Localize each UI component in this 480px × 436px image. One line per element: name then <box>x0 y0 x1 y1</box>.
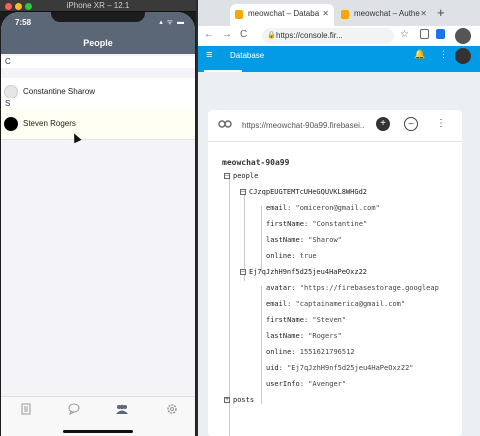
database-url[interactable]: https://meowchat-90a99.firebasei... <box>242 121 364 130</box>
field-online[interactable]: online: true <box>266 252 317 260</box>
root-node[interactable]: meowchat-90a99 <box>222 158 289 167</box>
field-lastname[interactable]: lastName: "Rogers" <box>266 332 342 340</box>
simulator-title-bar: iPhone XR – 12.1 <box>0 0 196 12</box>
browser-tab-database[interactable]: meowchat – Databa ✕ <box>230 4 334 26</box>
profile-avatar[interactable] <box>455 28 471 44</box>
user-node[interactable]: – CJzqpEUGTEMTcUHeGQUVKL8WHGd2 <box>240 188 367 196</box>
reload-icon[interactable]: C <box>240 29 247 40</box>
nav-title: People <box>83 38 113 48</box>
posts-node[interactable]: + posts <box>224 396 254 404</box>
lock-icon: 🔒 <box>267 32 276 39</box>
tree-line <box>261 286 262 404</box>
tab-strip: meowchat – Databa ✕ meowchat – Authe ✕ + <box>198 0 480 26</box>
more-options-icon[interactable]: ⋮ <box>439 49 448 60</box>
home-indicator <box>63 430 133 433</box>
card-more-icon[interactable]: ⋮ <box>434 117 448 131</box>
close-tab-icon[interactable]: ✕ <box>420 4 427 24</box>
field-lastname[interactable]: lastName: "Sharow" <box>266 236 342 244</box>
add-child-button[interactable]: + <box>376 117 390 131</box>
chat-icon[interactable] <box>67 403 81 415</box>
active-tab-indicator <box>204 70 242 72</box>
ios-simulator-window: iPhone XR – 12.1 7:58 ▴ ᯤ ▬ People C Con… <box>0 0 196 436</box>
phone-screen: 7:58 ▴ ᯤ ▬ People C Constantine Sharow S… <box>1 12 195 436</box>
close-tab-icon[interactable]: ✕ <box>322 4 329 24</box>
firebase-header: ≡ Database 🔔 ⋮ <box>198 46 480 66</box>
address-bar[interactable]: 🔒 https://console.fir... <box>262 28 394 44</box>
page-title: Database <box>230 51 265 60</box>
database-tabs <box>198 66 480 72</box>
notch <box>51 12 145 22</box>
forward-icon[interactable]: → <box>222 29 232 40</box>
collapse-toggle[interactable]: – <box>224 173 230 179</box>
link-icon <box>218 119 232 132</box>
extension-icon[interactable] <box>420 29 429 39</box>
person-name: Steven Rogers <box>23 119 76 128</box>
document-icon[interactable] <box>19 403 33 415</box>
expand-toggle[interactable]: + <box>224 397 230 403</box>
field-avatar[interactable]: avatar: "https://firebasestorage.googlea… <box>266 284 452 292</box>
firebase-console: ≡ Database 🔔 ⋮ https://meowchat-90a99.fi… <box>198 46 480 436</box>
new-tab-button[interactable]: + <box>437 5 445 20</box>
firebase-favicon-icon <box>341 10 349 19</box>
field-email[interactable]: email: "captainamerica@gmail.com" <box>266 300 405 308</box>
firebase-favicon-icon <box>235 10 243 19</box>
people-node[interactable]: – people <box>224 172 258 180</box>
field-online[interactable]: online: 1551621796512 <box>266 348 355 356</box>
collapse-toggle[interactable]: – <box>240 269 246 275</box>
menu-icon[interactable]: ≡ <box>206 49 212 61</box>
simulator-title: iPhone XR – 12.1 <box>66 1 130 10</box>
status-clock: 7:58 <box>15 18 32 27</box>
status-icons: ▴ ᯤ ▬ <box>159 19 185 26</box>
collapse-toggle[interactable]: – <box>240 189 246 195</box>
url-text: https://console.fir... <box>276 31 343 40</box>
settings-icon[interactable] <box>165 403 179 415</box>
back-icon[interactable]: ← <box>204 29 214 40</box>
data-viewer-card: https://meowchat-90a99.firebasei... + − … <box>208 110 462 436</box>
field-firstname[interactable]: firstName: "Steven" <box>266 316 346 324</box>
browser-toolbar: ← → C 🔒 https://console.fir... ☆ <box>198 26 480 46</box>
avatar <box>4 85 18 99</box>
screen: iPhone XR – 12.1 7:58 ▴ ᯤ ▬ People C Con… <box>0 0 480 436</box>
remove-button[interactable]: − <box>404 117 418 131</box>
field-firstname[interactable]: firstName: "Constantine" <box>266 220 367 228</box>
person-name: Constantine Sharow <box>23 87 96 96</box>
navigation-bar: 7:58 ▴ ᯤ ▬ People <box>1 12 195 54</box>
section-header-s: S <box>1 98 195 110</box>
tree-line <box>261 206 262 272</box>
browser-tab-auth[interactable]: meowchat – Authe ✕ <box>336 4 432 26</box>
field-email[interactable]: email: "omiceron@gmail.com" <box>266 204 380 212</box>
user-node[interactable]: – Ej7qJzhH9nf5d25jeu4HaPeOxz22 <box>240 268 367 276</box>
field-uid[interactable]: uid: "Ej7qJzhH9nf5d25jeu4HaPeOxz22" <box>266 364 414 372</box>
person-row-steven[interactable]: Steven Rogers <box>1 110 195 140</box>
extension-icon[interactable] <box>436 29 445 39</box>
tab-title: meowchat – Authe <box>354 9 420 18</box>
notification-bell-icon[interactable]: 🔔 <box>414 49 425 60</box>
tab-title: meowchat – Databa <box>248 9 320 18</box>
field-userinfo[interactable]: userInfo: "Avenger" <box>266 380 346 388</box>
avatar <box>4 117 18 131</box>
database-url-row: https://meowchat-90a99.firebasei... + − … <box>208 110 462 142</box>
user-avatar[interactable] <box>455 48 471 64</box>
section-header-c: C <box>1 56 195 68</box>
chrome-window: meowchat – Databa ✕ meowchat – Authe ✕ +… <box>198 0 480 436</box>
people-icon[interactable] <box>115 403 129 415</box>
bookmark-star-icon[interactable]: ☆ <box>400 29 409 40</box>
